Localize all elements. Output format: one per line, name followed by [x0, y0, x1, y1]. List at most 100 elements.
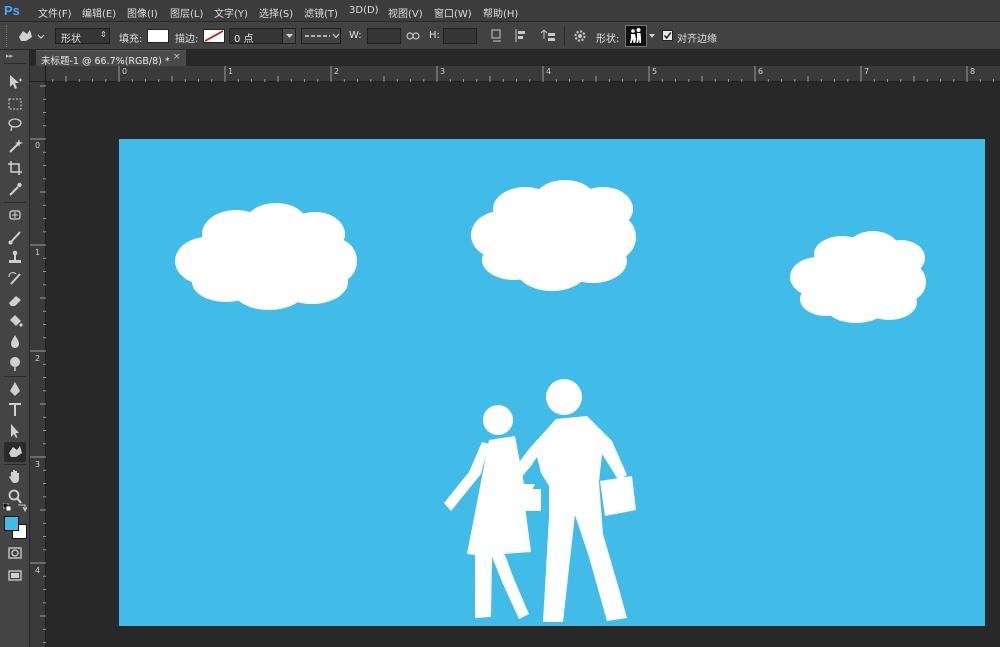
stroke-size-field[interactable]: 0 点	[229, 28, 296, 45]
shape-picker-swatch[interactable]	[625, 25, 647, 47]
ruler-tick-label: 3	[440, 67, 446, 76]
path-arrangement-icon[interactable]	[540, 27, 556, 48]
path-alignment-icon[interactable]	[514, 28, 528, 47]
chevron-updown-icon: ⇕	[100, 30, 107, 39]
ruler-tick-label: 5	[652, 67, 658, 76]
healing-brush-tool-icon[interactable]	[4, 205, 26, 225]
cloud-shape-left[interactable]	[175, 203, 357, 310]
width-label: W:	[349, 30, 362, 41]
document-tab-title: 未标题-1 @ 66.7%(RGB/8) *	[41, 56, 170, 67]
ruler-origin[interactable]	[30, 66, 46, 82]
align-edges-label: 对齐边缘	[677, 34, 717, 45]
paint-bucket-tool-icon[interactable]	[4, 311, 26, 331]
custom-shape-tool-preset-icon[interactable]	[16, 28, 46, 47]
menu-bar: Ps 文件(F) 编辑(E) 图像(I) 图层(L) 文字(Y) 选择(S) 滤…	[0, 0, 1000, 22]
cloud-shape-right[interactable]	[790, 231, 926, 323]
ruler-tick-label: 8	[970, 67, 976, 76]
history-brush-tool-icon[interactable]	[4, 269, 26, 289]
panel-collapse-icon[interactable]: ▸▸	[6, 53, 24, 60]
menu-file[interactable]: 文件(F)	[38, 5, 72, 20]
cloud-shape-middle[interactable]	[471, 180, 636, 291]
horizontal-ruler-ticks	[52, 66, 994, 82]
toolbar-divider	[4, 202, 26, 203]
chevron-down-icon[interactable]	[282, 29, 295, 43]
clone-stamp-tool-icon[interactable]	[4, 248, 26, 268]
magic-wand-tool-icon[interactable]	[4, 136, 26, 156]
menu-edit[interactable]: 编辑(E)	[82, 5, 116, 20]
toolbar-divider	[4, 63, 26, 64]
menu-3d[interactable]: 3D(D)	[349, 5, 379, 16]
lasso-tool-icon[interactable]	[4, 115, 26, 135]
horizontal-ruler: 0 1 2 3 4 5 6 7 8	[46, 66, 1000, 82]
marquee-tool-icon[interactable]	[4, 94, 26, 114]
menu-layer[interactable]: 图层(L)	[170, 5, 203, 20]
custom-shape-tool-icon[interactable]	[4, 442, 26, 462]
options-divider	[564, 26, 565, 46]
foreground-color-swatch[interactable]	[4, 516, 19, 531]
walking-couple-shape[interactable]	[444, 379, 636, 622]
app-logo: Ps	[4, 3, 20, 18]
height-label: H:	[429, 30, 440, 41]
screen-mode-icon[interactable]	[4, 566, 26, 586]
ruler-tick-label: 4	[546, 67, 552, 76]
toolbar-divider	[4, 376, 26, 377]
options-grip	[6, 25, 14, 47]
ruler-tick-label: 1	[35, 248, 41, 257]
document-tab-bar: 未标题-1 @ 66.7%(RGB/8) * ×	[30, 50, 1000, 67]
align-edges-checkbox[interactable]	[662, 30, 673, 41]
swap-colors-icon[interactable]	[17, 503, 28, 513]
blur-tool-icon[interactable]	[4, 332, 26, 352]
path-selection-tool-icon[interactable]	[4, 421, 26, 441]
type-tool-icon[interactable]	[4, 400, 26, 420]
stroke-swatch[interactable]	[203, 29, 225, 43]
menu-image[interactable]: 图像(I)	[127, 5, 158, 20]
vertical-ruler: 0 1 2 3 4	[30, 82, 46, 647]
ruler-tick-label: 2	[35, 354, 41, 363]
vertical-ruler-ticks	[30, 85, 46, 643]
menu-filter[interactable]: 滤镜(T)	[304, 5, 338, 20]
document-canvas[interactable]	[119, 139, 985, 626]
brush-tool-icon[interactable]	[4, 227, 26, 247]
menu-type[interactable]: 文字(Y)	[214, 5, 248, 20]
menu-help[interactable]: 帮助(H)	[483, 5, 518, 20]
shape-label: 形状:	[596, 34, 620, 45]
dodge-tool-icon[interactable]	[4, 353, 26, 373]
quick-mask-icon[interactable]	[4, 543, 26, 563]
tool-mode-select[interactable]: 形状 ⇕	[55, 28, 110, 45]
stroke-type-select[interactable]	[301, 28, 341, 44]
document-tab[interactable]: 未标题-1 @ 66.7%(RGB/8) * ×	[36, 50, 186, 67]
tool-mode-value: 形状	[61, 34, 81, 45]
default-colors-icon[interactable]	[2, 502, 12, 512]
ruler-tick-label: 3	[35, 460, 41, 469]
stroke-size-value: 0 点	[234, 34, 254, 45]
shape-picker-chevron-down-icon[interactable]	[648, 32, 656, 43]
toolbar-divider	[4, 464, 26, 465]
link-icon[interactable]	[406, 30, 420, 45]
ruler-tick-label: 7	[864, 67, 870, 76]
fill-swatch[interactable]	[147, 29, 169, 43]
close-icon[interactable]: ×	[173, 52, 181, 62]
ruler-tick-label: 2	[334, 67, 340, 76]
hand-tool-icon[interactable]	[4, 466, 26, 486]
eyedropper-tool-icon[interactable]	[4, 179, 26, 199]
ruler-tick-label: 1	[228, 67, 234, 76]
gear-icon[interactable]	[572, 28, 588, 47]
stroke-label: 描边:	[175, 34, 199, 45]
eraser-tool-icon[interactable]	[4, 290, 26, 310]
fill-label: 填充:	[119, 34, 143, 45]
ruler-tick-label: 4	[35, 566, 41, 575]
pen-tool-icon[interactable]	[4, 379, 26, 399]
width-input[interactable]	[367, 28, 401, 44]
tools-panel: ▸▸	[0, 50, 30, 647]
height-input[interactable]	[443, 28, 477, 44]
move-tool-icon[interactable]	[4, 72, 26, 92]
menu-window[interactable]: 窗口(W)	[434, 5, 472, 20]
ruler-tick-label: 0	[35, 141, 41, 150]
crop-tool-icon[interactable]	[4, 158, 26, 178]
options-bar: 形状 ⇕ 填充: 描边: 0 点 W: H: 形状: 对齐边缘	[0, 22, 1000, 50]
path-operations-icon[interactable]	[490, 28, 504, 47]
ruler-tick-label: 0	[122, 67, 128, 76]
ruler-tick-label: 6	[758, 67, 764, 76]
menu-select[interactable]: 选择(S)	[259, 5, 293, 20]
menu-view[interactable]: 视图(V)	[388, 5, 423, 20]
